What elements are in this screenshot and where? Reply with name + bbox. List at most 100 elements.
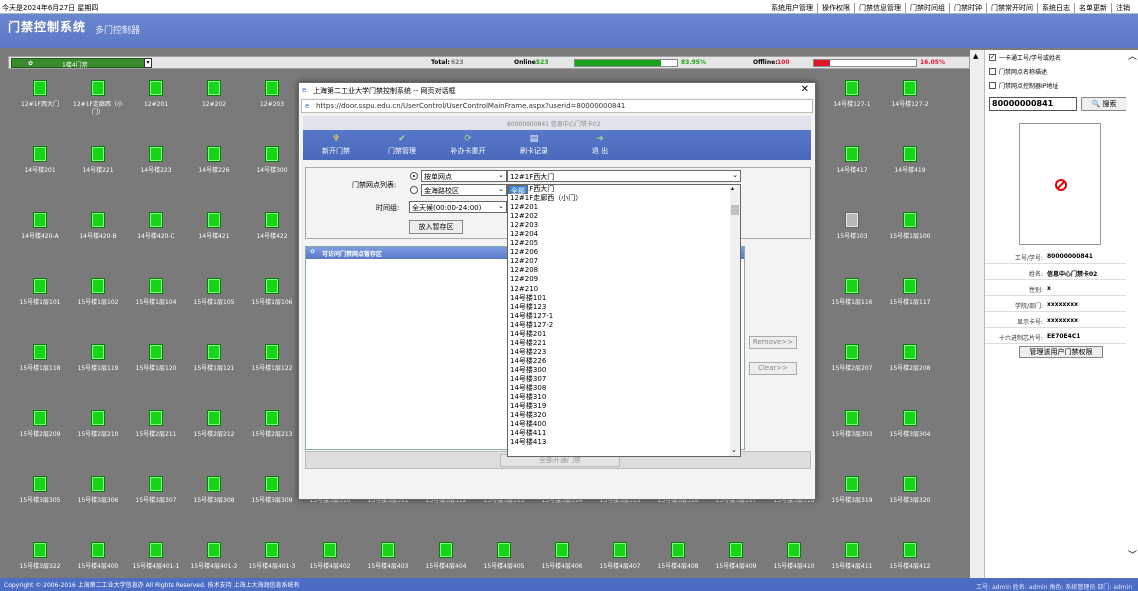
door-icon[interactable]: [207, 410, 221, 426]
door-icon[interactable]: [845, 542, 859, 558]
door-item[interactable]: 12#201: [128, 80, 184, 109]
radio-campus[interactable]: [410, 186, 418, 194]
door-item[interactable]: 15号楼4层402: [302, 542, 358, 571]
door-item[interactable]: 14号楼420-A: [12, 212, 68, 241]
door-icon[interactable]: [207, 476, 221, 492]
dropdown-option[interactable]: 14号楼307: [508, 375, 740, 384]
door-icon[interactable]: [729, 542, 743, 558]
door-icon[interactable]: [207, 146, 221, 162]
door-icon[interactable]: [149, 80, 163, 96]
door-item[interactable]: 15号楼4层409: [708, 542, 764, 571]
remove-button[interactable]: Remove>>: [749, 336, 797, 349]
door-item[interactable]: 14号楼300: [244, 146, 300, 175]
dropdown-option[interactable]: 14号楼413: [508, 438, 740, 447]
door-item[interactable]: 15号楼1层120: [128, 344, 184, 373]
point-select[interactable]: 12#1F西大门 ⌄: [507, 170, 741, 182]
door-icon[interactable]: [33, 476, 47, 492]
door-icon[interactable]: [207, 80, 221, 96]
door-item[interactable]: 15号楼1层116: [824, 278, 880, 307]
dropdown-option[interactable]: 14号楼319: [508, 402, 740, 411]
door-item[interactable]: 15号楼4层406: [534, 542, 590, 571]
campus-select[interactable]: 金海路校区 ⌄: [421, 184, 507, 196]
door-item[interactable]: 14号楼419: [882, 146, 938, 175]
door-icon[interactable]: [33, 212, 47, 228]
door-item[interactable]: 14号楼421: [186, 212, 242, 241]
door-icon[interactable]: [323, 542, 337, 558]
door-icon[interactable]: [787, 542, 801, 558]
dropdown-scrollbar[interactable]: ▴ ⌄: [730, 185, 740, 456]
right-scrollbar[interactable]: ︿ ﹀: [1126, 50, 1138, 578]
door-icon[interactable]: [381, 542, 395, 558]
door-icon[interactable]: [265, 542, 279, 558]
door-icon[interactable]: [207, 278, 221, 294]
top-menu-item[interactable]: 门禁信息管理: [854, 3, 905, 13]
door-item[interactable]: 15号楼1层117: [882, 278, 938, 307]
door-item[interactable]: 15号楼1层106: [244, 278, 300, 307]
scroll-thumb[interactable]: [731, 205, 739, 215]
dropdown-option[interactable]: 12#1F走廊西（小门）: [508, 194, 740, 203]
door-icon[interactable]: [555, 542, 569, 558]
door-icon[interactable]: [149, 212, 163, 228]
door-icon[interactable]: [207, 212, 221, 228]
door-icon[interactable]: [91, 80, 105, 96]
door-item[interactable]: 14号楼201: [12, 146, 68, 175]
point-dropdown-list[interactable]: 全部 12#1F西大门 12#1F走廊西（小门） 12#201 12#202 12#203…: [507, 184, 741, 457]
checkbox[interactable]: [989, 68, 996, 75]
checkbox[interactable]: [989, 82, 996, 89]
door-item[interactable]: 14号楼422: [244, 212, 300, 241]
dropdown-option[interactable]: 14号楼123: [508, 303, 740, 312]
dropdown-option[interactable]: 14号楼201: [508, 330, 740, 339]
door-item[interactable]: 14号楼417: [824, 146, 880, 175]
door-item[interactable]: 15号楼3层308: [186, 476, 242, 505]
door-icon[interactable]: [149, 278, 163, 294]
door-icon[interactable]: [439, 542, 453, 558]
door-icon[interactable]: [903, 212, 917, 228]
door-icon[interactable]: [91, 542, 105, 558]
door-item[interactable]: 15号楼3层303: [824, 410, 880, 439]
door-item[interactable]: 15号楼3层304: [882, 410, 938, 439]
dropdown-option[interactable]: 12#201: [508, 203, 740, 212]
door-item[interactable]: 15号楼4层410: [766, 542, 822, 571]
door-icon[interactable]: [903, 80, 917, 96]
dropdown-option[interactable]: 14号楼400: [508, 420, 740, 429]
swipe-record-button[interactable]: ▤ 刷卡记录: [501, 130, 567, 160]
door-item[interactable]: 15号楼1层101: [12, 278, 68, 307]
door-item[interactable]: 15号楼3层309: [244, 476, 300, 505]
dropdown-option[interactable]: 12#1F西大门: [508, 185, 740, 194]
door-icon[interactable]: [265, 146, 279, 162]
chevron-down-icon[interactable]: ⌄: [731, 446, 737, 454]
dropdown-option[interactable]: 14号楼127-2: [508, 321, 740, 330]
top-menu-item[interactable]: 注销: [1111, 3, 1134, 13]
door-icon[interactable]: [671, 542, 685, 558]
door-icon[interactable]: [845, 80, 859, 96]
search-option[interactable]: 门禁网点名称描述: [989, 67, 1047, 76]
exit-button[interactable]: ➜ 退 出: [567, 130, 633, 160]
door-item[interactable]: 15号楼2层211: [128, 410, 184, 439]
door-item[interactable]: 15号楼3层319: [824, 476, 880, 505]
door-icon[interactable]: [845, 278, 859, 294]
dropdown-option[interactable]: 12#205: [508, 239, 740, 248]
door-item[interactable]: 15号楼2层210: [70, 410, 126, 439]
door-item[interactable]: 12#202: [186, 80, 242, 109]
door-item[interactable]: 15号楼3层305: [12, 476, 68, 505]
dropdown-option[interactable]: 14号楼127-1: [508, 312, 740, 321]
top-menu-item[interactable]: 系统用户管理: [767, 3, 817, 13]
top-menu-item[interactable]: 门禁时钟: [949, 3, 986, 13]
new-door-button[interactable]: ♆ 新开门禁: [303, 130, 369, 160]
dropdown-option[interactable]: 12#203: [508, 221, 740, 230]
door-item[interactable]: 15号楼4层401-2: [186, 542, 242, 571]
door-icon[interactable]: [91, 344, 105, 360]
scroll-up-icon[interactable]: ▴: [731, 185, 734, 192]
door-item[interactable]: 15号楼1层122: [244, 344, 300, 373]
dropdown-option[interactable]: 14号楼223: [508, 348, 740, 357]
door-icon[interactable]: [149, 146, 163, 162]
door-icon[interactable]: [207, 542, 221, 558]
door-icon[interactable]: [265, 278, 279, 294]
radio-single-point[interactable]: [410, 172, 418, 180]
door-item[interactable]: 15号楼3层306: [70, 476, 126, 505]
search-option[interactable]: ✓ 一卡通工号/学号或姓名: [989, 53, 1061, 62]
door-icon[interactable]: [265, 212, 279, 228]
door-item[interactable]: 12#1F走廊西（小门）: [70, 80, 126, 116]
close-icon[interactable]: ✕: [801, 84, 809, 95]
door-icon[interactable]: [845, 146, 859, 162]
